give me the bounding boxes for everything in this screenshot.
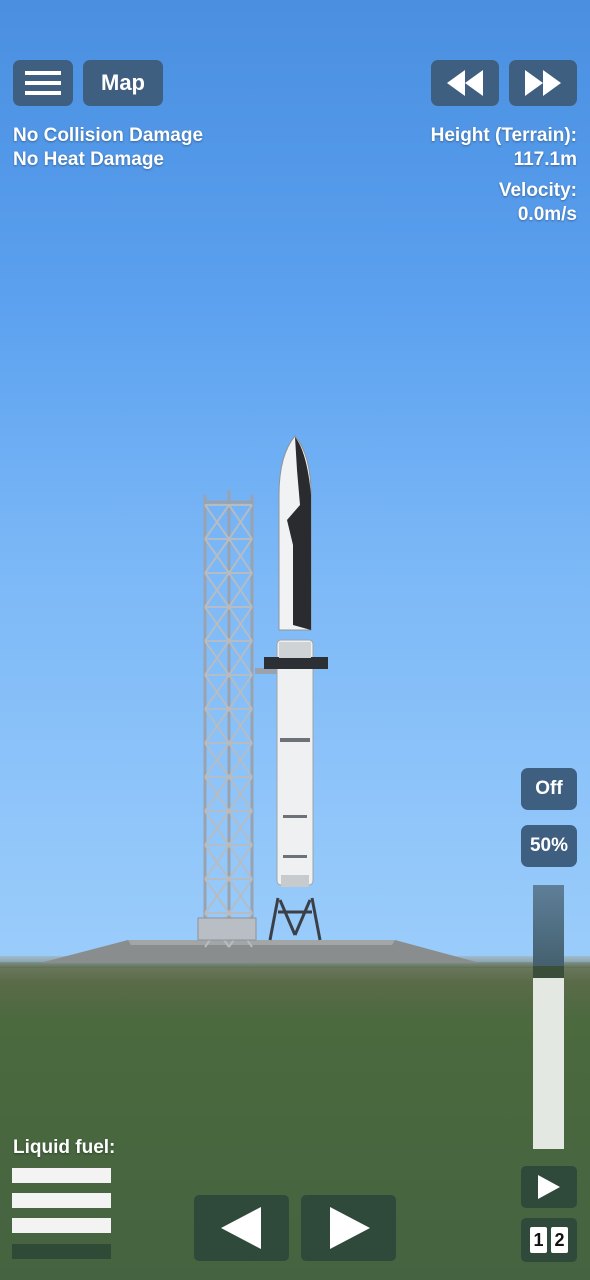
stage-button[interactable] [521, 1166, 577, 1208]
stage-digit-1: 1 [530, 1227, 547, 1253]
throttle-fill [533, 885, 564, 973]
next-button[interactable] [301, 1195, 396, 1261]
left-arrow-icon [220, 1207, 261, 1249]
fuel-bar-2 [12, 1193, 111, 1208]
heat-status: No Heat Damage [13, 149, 164, 170]
stage-indicator[interactable]: 1 2 [521, 1218, 577, 1262]
velocity-value: 0.0m/s [517, 204, 577, 225]
right-arrow-icon [329, 1207, 370, 1249]
launch-mount [268, 897, 322, 941]
hamburger-menu-icon [25, 71, 61, 95]
previous-button[interactable] [194, 1195, 289, 1261]
throttle-percent-button[interactable]: 50% [521, 825, 577, 867]
rewind-icon [447, 70, 483, 96]
interstage-ring [264, 657, 328, 669]
fast-forward-button[interactable] [509, 60, 577, 106]
booster [276, 639, 314, 886]
throttle-handle[interactable] [533, 966, 564, 978]
height-value: 117.1m [513, 149, 577, 170]
stage-digit-2: 2 [551, 1227, 568, 1253]
map-button[interactable]: Map [83, 60, 163, 106]
menu-button[interactable] [13, 60, 73, 106]
velocity-label: Velocity: [498, 180, 577, 201]
fuel-bar-1 [12, 1168, 111, 1183]
tower-base [197, 917, 257, 941]
sas-toggle-button[interactable]: Off [521, 768, 577, 810]
collision-status: No Collision Damage [13, 125, 204, 146]
play-icon [538, 1175, 560, 1199]
fuel-bar-4 [12, 1244, 111, 1259]
fuel-bar-3 [12, 1218, 111, 1233]
fast-forward-icon [525, 70, 561, 96]
fuel-label: Liquid fuel: [13, 1137, 116, 1158]
height-label: Height (Terrain): [430, 125, 577, 146]
launch-scene [40, 435, 480, 963]
rewind-button[interactable] [431, 60, 499, 106]
